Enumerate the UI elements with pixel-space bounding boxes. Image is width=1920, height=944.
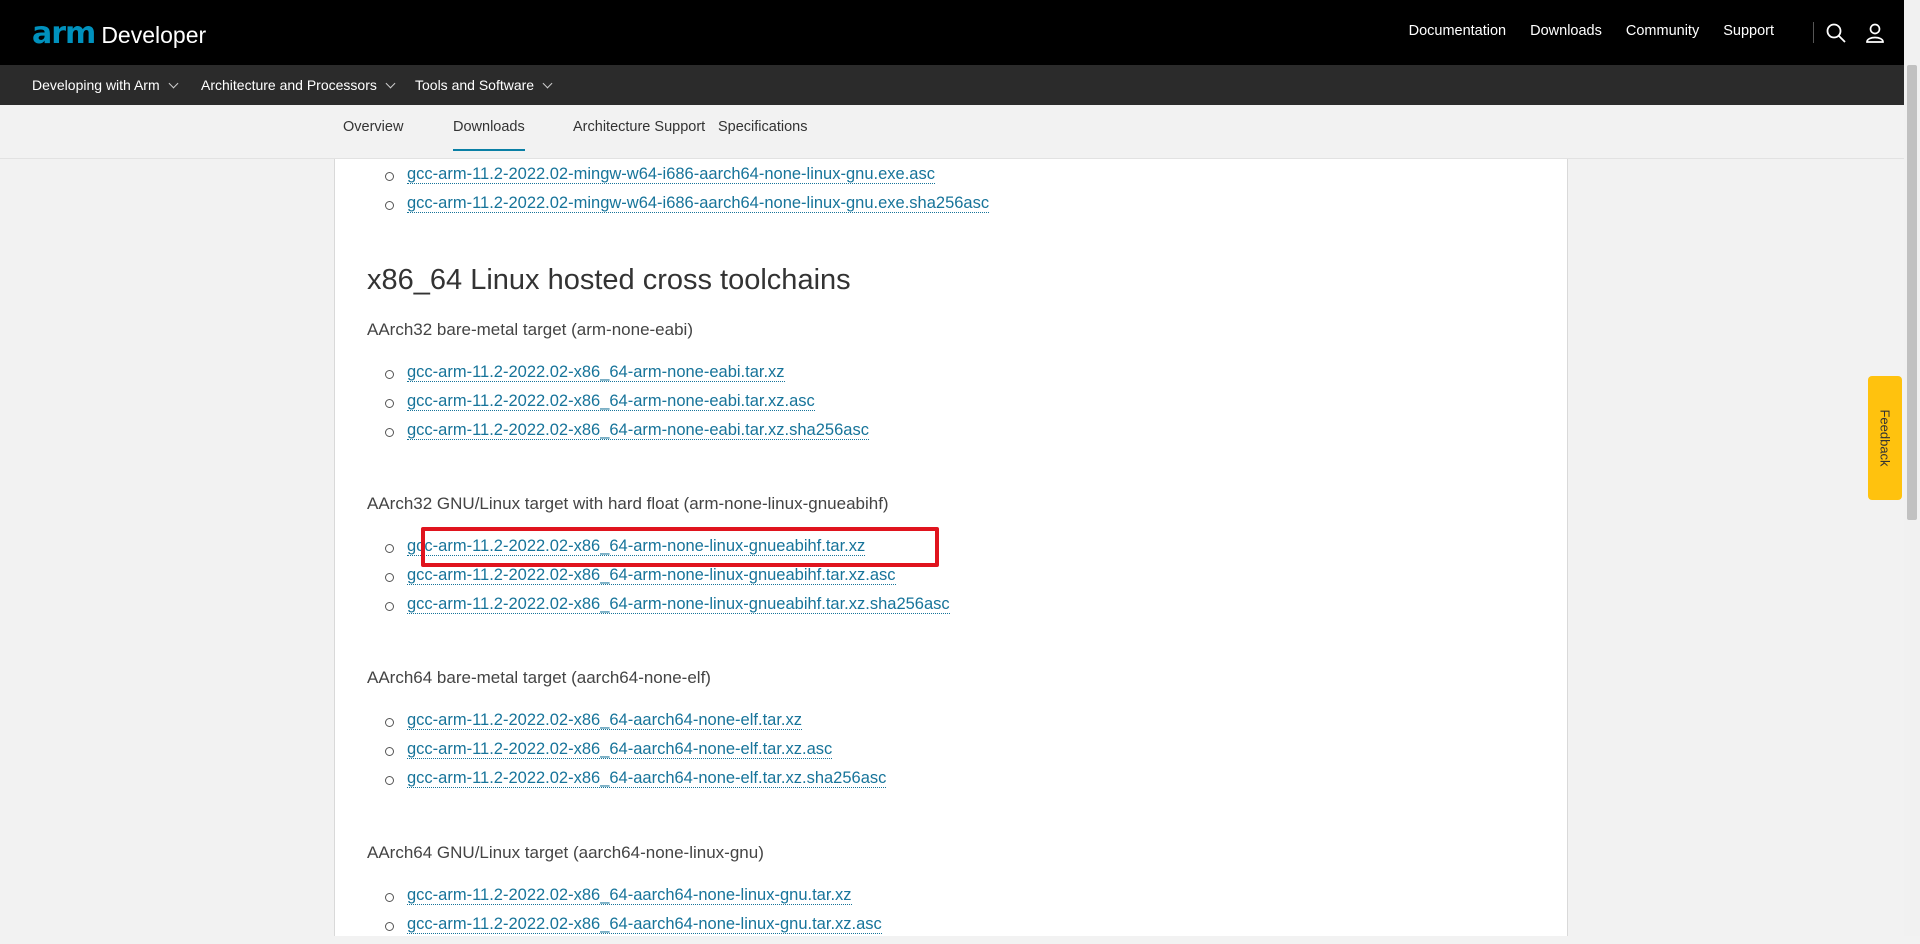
download-link[interactable]: gcc-arm-11.2-2022.02-x86_64-aarch64-none… [407, 711, 802, 730]
list-item: gcc-arm-11.2-2022.02-mingw-w64-i686-aarc… [384, 165, 989, 194]
list-item: gcc-arm-11.2-2022.02-x86_64-arm-none-lin… [385, 595, 950, 624]
tab-architecture-support[interactable]: Architecture Support [573, 119, 705, 149]
list-item: gcc-arm-11.2-2022.02-x86_64-arm-none-eab… [385, 363, 869, 392]
content-card: gcc-arm-11.2-2022.02-mingw-w64-i686-aarc… [334, 159, 1568, 936]
menu-architecture-and-processors[interactable]: Architecture and Processors [201, 77, 396, 93]
download-link[interactable]: gcc-arm-11.2-2022.02-x86_64-arm-none-lin… [407, 566, 896, 585]
top-header: arm Developer Documentation Downloads Co… [0, 0, 1904, 65]
top-nav: Documentation Downloads Community Suppor… [1409, 23, 1774, 39]
logo-developer-text: Developer [101, 22, 207, 48]
list-item: gcc-arm-11.2-2022.02-x86_64-aarch64-none… [384, 740, 886, 769]
scrollbar-thumb[interactable] [1907, 65, 1917, 520]
download-link[interactable]: gcc-arm-11.2-2022.02-x86_64-aarch64-none… [407, 740, 833, 759]
link-list: gcc-arm-11.2-2022.02-x86_64-arm-none-lin… [385, 537, 950, 624]
download-link[interactable]: gcc-arm-11.2-2022.02-x86_64-aarch64-none… [407, 915, 882, 934]
download-link[interactable]: gcc-arm-11.2-2022.02-x86_64-arm-none-lin… [407, 595, 950, 614]
group-title: AArch32 bare-metal target (arm-none-eabi… [367, 320, 693, 339]
download-link[interactable]: gcc-arm-11.2-2022.02-mingw-w64-i686-aarc… [407, 165, 935, 184]
download-link[interactable]: gcc-arm-11.2-2022.02-x86_64-arm-none-eab… [407, 392, 815, 411]
link-list: gcc-arm-11.2-2022.02-mingw-w64-i686-aarc… [384, 165, 990, 223]
download-link[interactable]: gcc-arm-11.2-2022.02-x86_64-aarch64-none… [407, 886, 852, 905]
list-item: gcc-arm-11.2-2022.02-x86_64-arm-none-lin… [385, 537, 950, 566]
menu-label: Developing with Arm [32, 77, 160, 93]
tab-specifications[interactable]: Specifications [718, 119, 807, 149]
list-item: gcc-arm-11.2-2022.02-x86_64-aarch64-none… [385, 915, 882, 944]
group-title: AArch64 bare-metal target (aarch64-none-… [367, 668, 711, 687]
list-item: gcc-arm-11.2-2022.02-x86_64-aarch64-none… [384, 769, 887, 798]
page-tabs: Overview Downloads Architecture Support … [0, 105, 1904, 159]
list-item: gcc-arm-11.2-2022.02-x86_64-arm-none-eab… [385, 392, 869, 421]
menu-tools-and-software[interactable]: Tools and Software [415, 77, 553, 93]
tab-downloads[interactable]: Downloads [453, 119, 525, 151]
logo-arm-text: arm [32, 16, 96, 51]
arm-developer-logo[interactable]: arm Developer [32, 16, 206, 51]
menu-label: Architecture and Processors [201, 77, 377, 93]
chevron-down-icon [385, 78, 396, 88]
download-link[interactable]: gcc-arm-11.2-2022.02-mingw-w64-i686-aarc… [407, 194, 990, 213]
tab-overview[interactable]: Overview [343, 119, 403, 149]
section-title: x86_64 Linux hosted cross toolchains [367, 264, 851, 296]
group-title: AArch32 GNU/Linux target with hard float… [367, 494, 889, 513]
nav-documentation[interactable]: Documentation [1409, 23, 1507, 39]
link-list: gcc-arm-11.2-2022.02-x86_64-arm-none-eab… [385, 363, 869, 450]
nav-downloads[interactable]: Downloads [1530, 23, 1602, 39]
search-icon[interactable] [1825, 22, 1847, 44]
chevron-down-icon [542, 78, 553, 88]
group-title: AArch64 GNU/Linux target (aarch64-none-l… [367, 843, 764, 862]
list-item: gcc-arm-11.2-2022.02-x86_64-arm-none-lin… [385, 566, 950, 595]
feedback-label: Feedback [1877, 409, 1893, 467]
nav-community[interactable]: Community [1626, 23, 1699, 39]
nav-support[interactable]: Support [1723, 23, 1774, 39]
list-item: gcc-arm-11.2-2022.02-x86_64-aarch64-none… [384, 711, 886, 740]
download-link[interactable]: gcc-arm-11.2-2022.02-x86_64-aarch64-none… [407, 769, 887, 788]
link-list: gcc-arm-11.2-2022.02-x86_64-aarch64-none… [385, 886, 882, 944]
feedback-button[interactable]: Feedback [1868, 376, 1902, 500]
download-link-gnueabihf-tar-xz[interactable]: gcc-arm-11.2-2022.02-x86_64-arm-none-lin… [407, 537, 866, 556]
menu-label: Tools and Software [415, 77, 535, 93]
list-item: gcc-arm-11.2-2022.02-x86_64-arm-none-eab… [385, 421, 869, 450]
link-list: gcc-arm-11.2-2022.02-x86_64-aarch64-none… [384, 711, 887, 798]
secondary-nav: Developing with Arm Architecture and Pro… [0, 65, 1904, 105]
download-link[interactable]: gcc-arm-11.2-2022.02-x86_64-arm-none-eab… [407, 421, 869, 440]
menu-developing-with-arm[interactable]: Developing with Arm [32, 77, 179, 93]
list-item: gcc-arm-11.2-2022.02-x86_64-aarch64-none… [385, 886, 882, 915]
chevron-down-icon [168, 78, 179, 88]
list-item: gcc-arm-11.2-2022.02-mingw-w64-i686-aarc… [384, 194, 990, 223]
user-icon[interactable] [1864, 22, 1886, 44]
download-link[interactable]: gcc-arm-11.2-2022.02-x86_64-arm-none-eab… [407, 363, 785, 382]
nav-divider [1813, 22, 1814, 43]
